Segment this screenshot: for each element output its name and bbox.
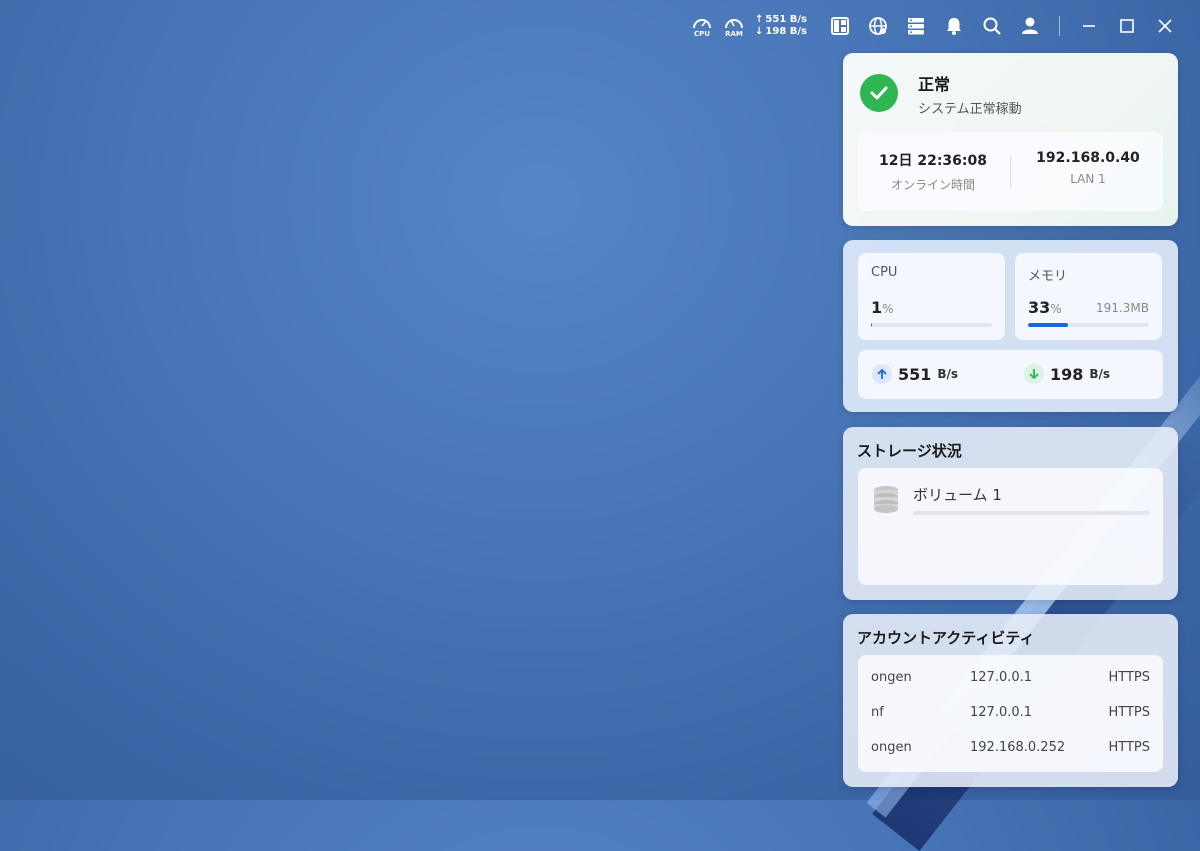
minimize-icon[interactable] (1070, 10, 1108, 42)
maximize-icon[interactable] (1108, 10, 1146, 42)
list-item[interactable]: ongen 127.0.0.1 HTTPS (858, 658, 1163, 693)
cpu-gauge-label: CPU (694, 30, 710, 38)
status-ok-icon (860, 74, 898, 112)
memory-value: 33% (1028, 298, 1062, 317)
upload-arrow-icon: ↑ (755, 14, 764, 25)
upload-speed: 551 B/s (765, 14, 807, 25)
search-icon[interactable] (973, 10, 1011, 42)
close-icon[interactable] (1146, 10, 1184, 42)
activity-user: ongen (871, 740, 912, 755)
network-speeds[interactable]: ↑ 551 B/s ↓ 198 B/s (755, 14, 807, 38)
memory-usage-fill (1028, 323, 1068, 327)
upload-value: 551 (898, 364, 932, 384)
ip-label: LAN 1 (1070, 172, 1106, 186)
activity-user: ongen (871, 670, 912, 685)
memory-percent: 33 (1028, 298, 1051, 317)
network-icon[interactable] (859, 10, 897, 42)
account-activity-widget[interactable]: アカウントアクティビティ ongen 127.0.0.1 HTTPS nf 12… (843, 614, 1178, 787)
ip-value: 192.168.0.40 (1036, 150, 1140, 166)
account-activity-title: アカウントアクティビティ (857, 629, 1035, 647)
upload-block: 551 B/s (872, 364, 958, 384)
activity-protocol: HTTPS (1108, 705, 1150, 720)
server-icon[interactable] (897, 10, 935, 42)
volume-card[interactable]: ボリューム 1 (858, 468, 1163, 585)
download-value: 198 (1050, 364, 1084, 384)
resource-monitor-widget[interactable]: CPU 1% メモリ 33% 191.3MB 551 B/s 198 B/s (843, 240, 1178, 412)
user-icon[interactable] (1011, 10, 1049, 42)
activity-ip: 192.168.0.252 (970, 740, 1066, 755)
upload-arrow-icon (872, 364, 892, 384)
uptime-value: 12日 22:36:08 (878, 153, 987, 169)
memory-card[interactable]: メモリ 33% 191.3MB (1015, 253, 1162, 340)
cpu-usage-bar (871, 323, 992, 327)
info-divider (1010, 156, 1011, 188)
activity-ip: 127.0.0.1 (970, 670, 1033, 685)
activity-ip: 127.0.0.1 (970, 705, 1033, 720)
cpu-percent: 1 (871, 298, 883, 317)
cpu-value: 1% (871, 298, 894, 317)
storage-status-widget[interactable]: ストレージ状況 ボリューム 1 (843, 427, 1178, 600)
ram-gauge-label: RAM (725, 30, 743, 38)
memory-unit: % (1050, 302, 1062, 316)
storage-title: ストレージ状況 (857, 442, 962, 460)
system-info-card: 12日 22:36:08 オンライン時間 192.168.0.40 LAN 1 (858, 132, 1163, 211)
download-arrow-icon (1024, 364, 1044, 384)
volume-icon (874, 486, 898, 513)
download-unit: B/s (1089, 367, 1111, 381)
notification-icon[interactable] (935, 10, 973, 42)
ip-block: 192.168.0.40 LAN 1 (1013, 150, 1163, 186)
download-block: 198 B/s (1024, 364, 1110, 384)
account-activity-list: ongen 127.0.0.1 HTTPS nf 127.0.0.1 HTTPS… (858, 655, 1163, 772)
uptime-label: オンライン時間 (890, 178, 975, 192)
ram-gauge-icon[interactable]: RAM (719, 11, 749, 41)
memory-usage-bar (1028, 323, 1149, 327)
cpu-unit: % (882, 302, 894, 316)
status-title: 正常 (918, 75, 951, 94)
activity-protocol: HTTPS (1108, 670, 1150, 685)
download-arrow-icon: ↓ (755, 26, 764, 37)
topbar-separator (1059, 16, 1060, 36)
network-card[interactable]: 551 B/s 198 B/s (858, 350, 1163, 399)
activity-protocol: HTTPS (1108, 740, 1150, 755)
volume-usage-bar (913, 511, 1150, 515)
uptime-block: 12日 22:36:08 オンライン時間 (858, 150, 1008, 193)
system-status-widget[interactable]: 正常 システム正常稼動 12日 22:36:08 オンライン時間 192.168… (843, 53, 1178, 226)
cpu-usage-fill (871, 323, 873, 327)
status-subtitle: システム正常稼動 (918, 102, 1022, 117)
volume-name: ボリューム 1 (913, 486, 1002, 504)
activity-user: nf (871, 705, 884, 720)
memory-label: メモリ (1028, 269, 1068, 284)
cpu-gauge-icon[interactable]: CPU (687, 11, 717, 41)
download-speed: 198 B/s (765, 26, 807, 37)
upload-unit: B/s (937, 367, 959, 381)
widget-panel-icon[interactable] (821, 10, 859, 42)
cpu-card[interactable]: CPU 1% (858, 253, 1005, 340)
top-bar: CPU RAM ↑ 551 B/s ↓ 198 B/s (687, 10, 1184, 42)
list-item[interactable]: nf 127.0.0.1 HTTPS (858, 693, 1163, 728)
cpu-label: CPU (871, 265, 898, 280)
memory-used: 191.3MB (1096, 301, 1149, 315)
list-item[interactable]: ongen 192.168.0.252 HTTPS (858, 728, 1163, 763)
